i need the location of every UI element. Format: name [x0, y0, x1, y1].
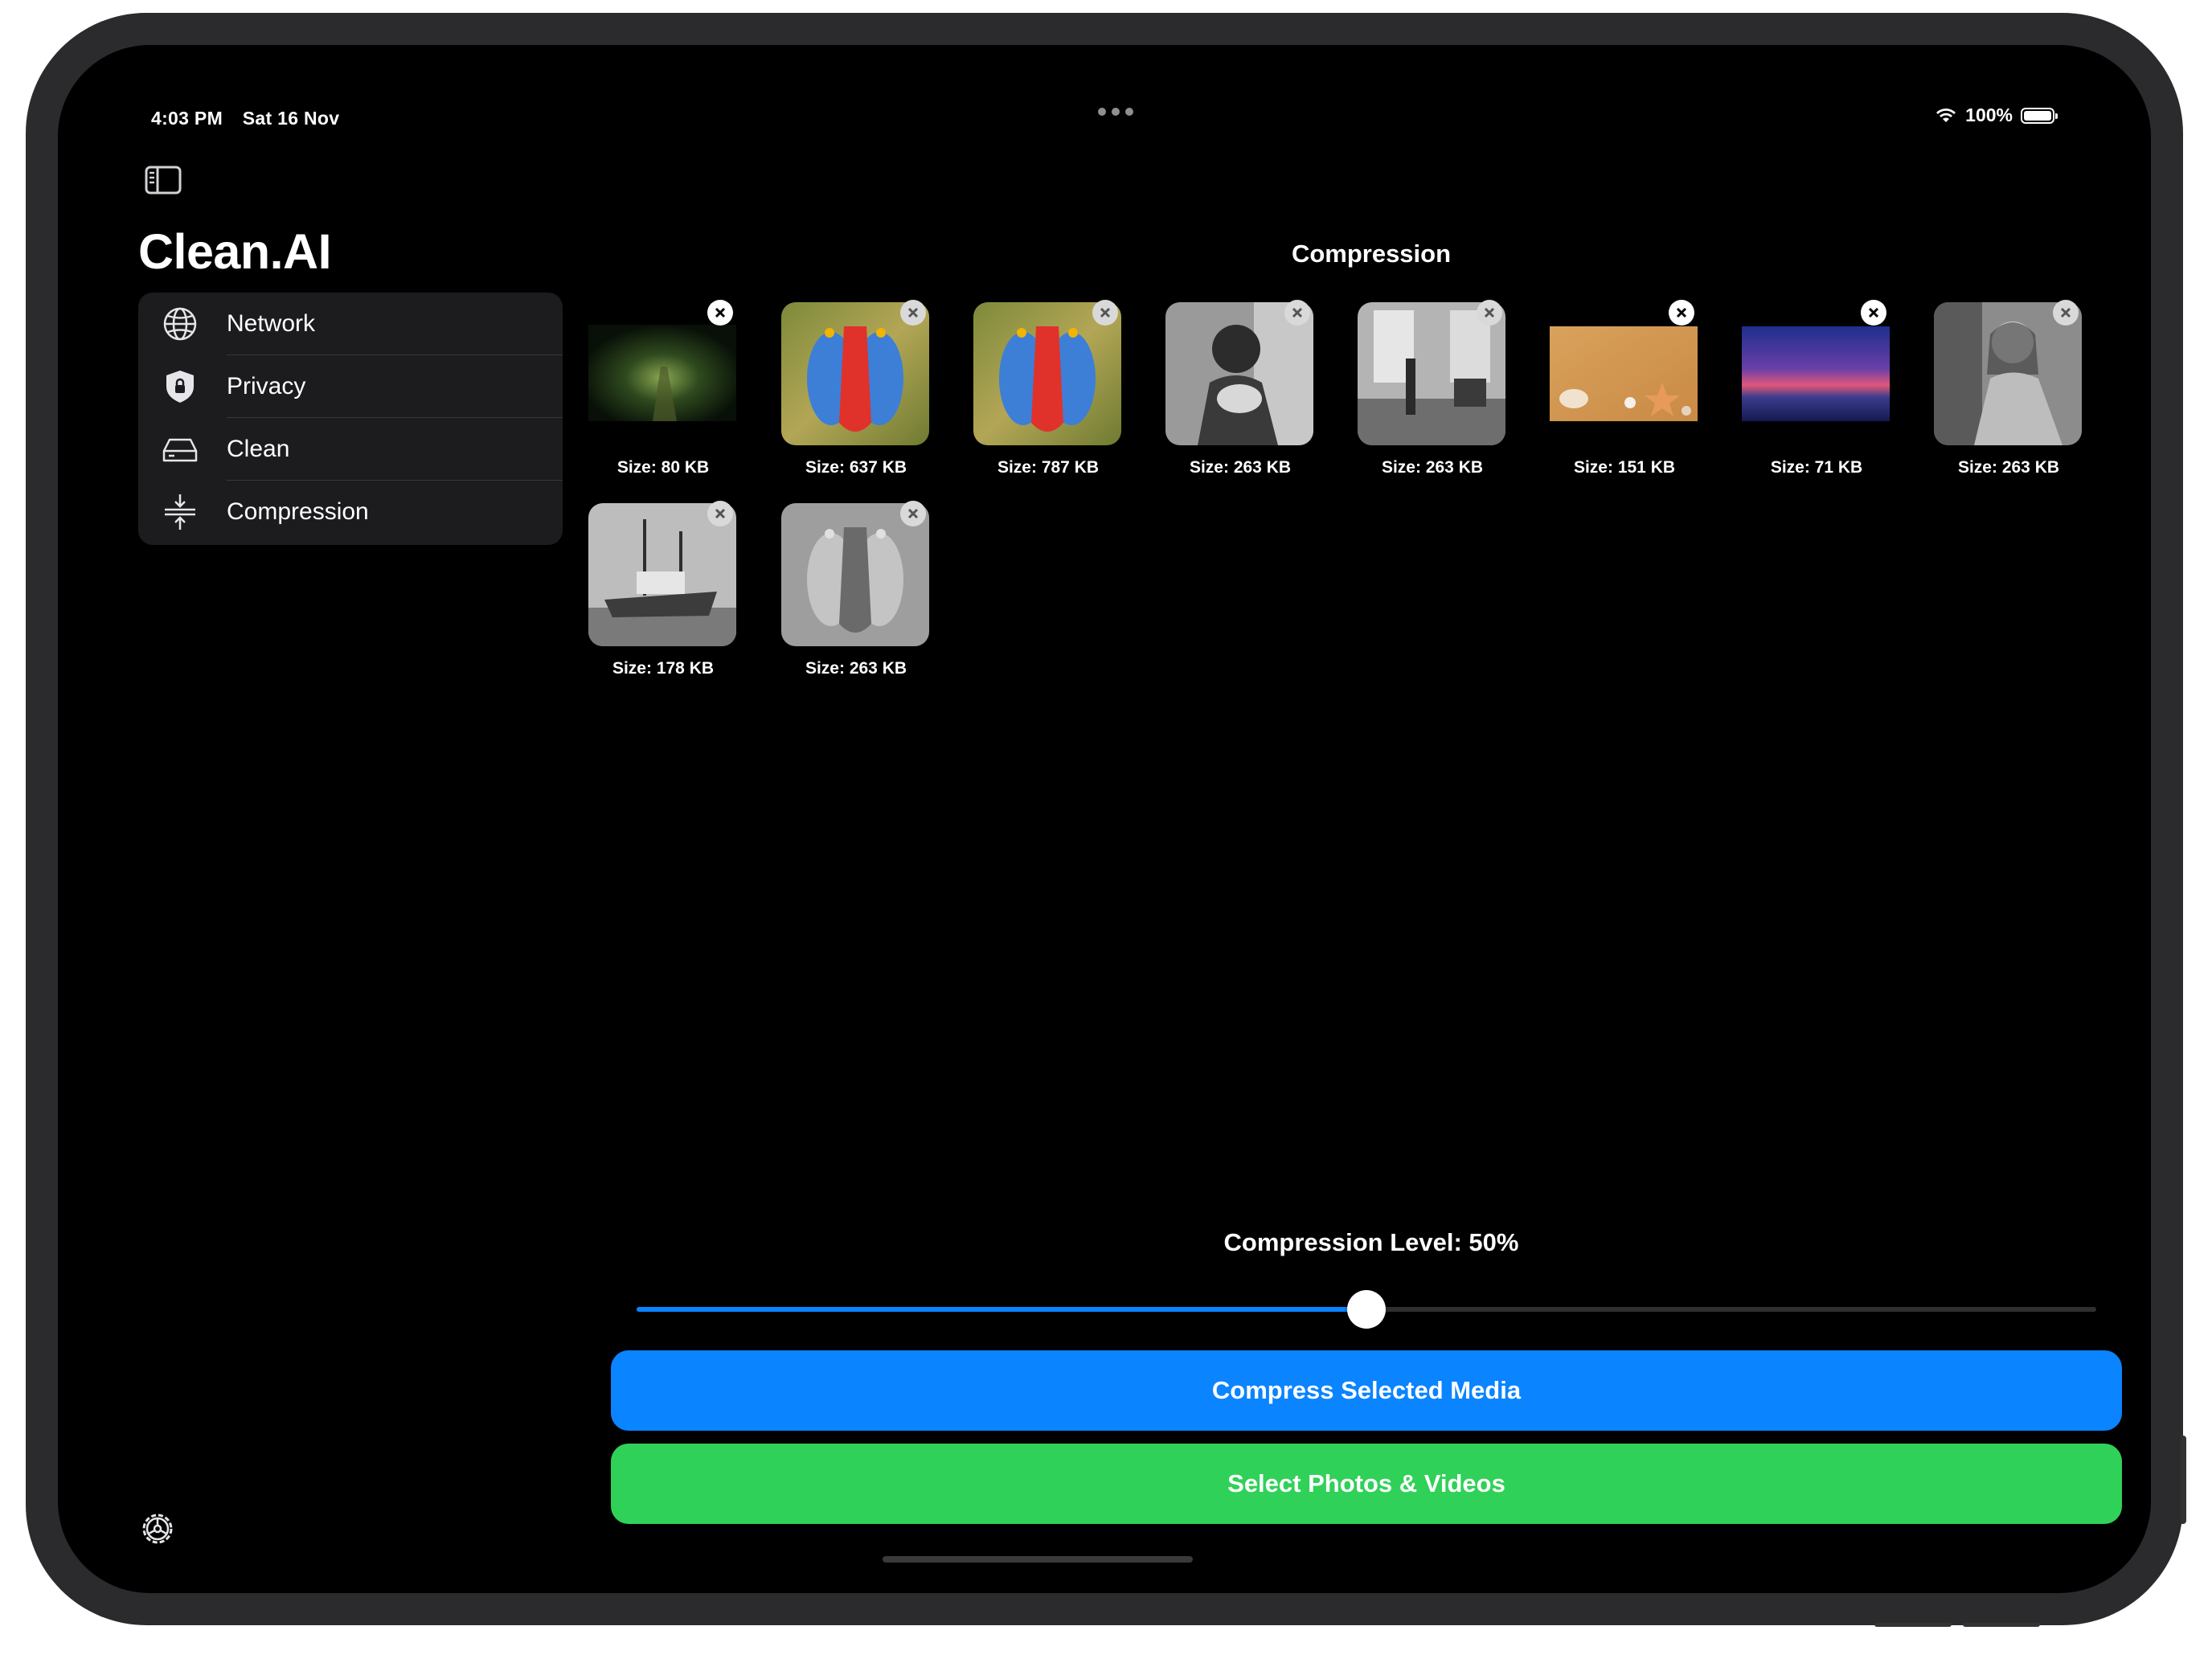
- sidebar-item-label: Privacy: [227, 373, 306, 399]
- close-icon: [1100, 307, 1111, 318]
- close-icon: [715, 508, 726, 519]
- compression-level-label: Compression Level: 50%: [1223, 1228, 1519, 1256]
- remove-media-button[interactable]: [1861, 300, 1886, 326]
- media-size-label: Size: 787 KB: [997, 458, 1100, 477]
- media-tile[interactable]: Size: 71 KB: [1742, 300, 1891, 477]
- media-tile[interactable]: Size: 263 KB: [781, 501, 931, 678]
- media-size-label: Size: 80 KB: [616, 458, 710, 477]
- sidebar-item-label: Clean: [227, 436, 290, 462]
- volume-button: [1963, 1623, 2040, 1627]
- drive-icon: [158, 427, 203, 472]
- media-tile[interactable]: Size: 263 KB: [1165, 300, 1315, 477]
- media-tile[interactable]: Size: 80 KB: [588, 300, 738, 477]
- screen: 4:03 PM Sat 16 Nov 100% Clean.AI Network…: [58, 45, 2151, 1593]
- media-tile[interactable]: Size: 178 KB: [588, 501, 738, 678]
- compress-selected-media-button[interactable]: Compress Selected Media: [611, 1350, 2122, 1431]
- media-size-label: Size: 263 KB: [805, 659, 907, 678]
- sidebar-item-network[interactable]: Network: [138, 293, 563, 355]
- remove-media-button[interactable]: [2053, 300, 2079, 326]
- media-size-label: Size: 151 KB: [1573, 458, 1676, 477]
- media-tile[interactable]: Size: 263 KB: [1358, 300, 1507, 477]
- remove-media-button[interactable]: [707, 501, 733, 526]
- media-size-label: Size: 637 KB: [805, 458, 907, 477]
- sidebar-item-privacy[interactable]: Privacy: [138, 355, 563, 418]
- media-size-label: Size: 263 KB: [1189, 458, 1292, 477]
- media-tile[interactable]: Size: 151 KB: [1550, 300, 1699, 477]
- media-size-label: Size: 71 KB: [1770, 458, 1863, 477]
- select-photos-videos-button[interactable]: Select Photos & Videos: [611, 1444, 2122, 1524]
- remove-media-button[interactable]: [1669, 300, 1694, 326]
- volume-button: [1874, 1623, 1952, 1627]
- status-indicators: 100%: [1935, 104, 2058, 126]
- battery-icon: [2021, 107, 2058, 124]
- sidebar-item-label: Network: [227, 310, 316, 337]
- close-icon: [1868, 307, 1879, 318]
- close-icon: [907, 307, 919, 318]
- wifi-icon: [1936, 108, 1956, 122]
- close-icon: [907, 508, 919, 519]
- sidebar-toggle-icon[interactable]: [145, 166, 182, 195]
- battery-percent: 100%: [1965, 104, 2013, 125]
- status-time: 4:03 PM: [151, 108, 223, 129]
- side-button: [2181, 1436, 2186, 1524]
- ipad-frame: 4:03 PM Sat 16 Nov 100% Clean.AI Network…: [26, 13, 2186, 1627]
- home-indicator: [883, 1556, 1193, 1563]
- compress-icon: [158, 490, 203, 535]
- shield-lock-icon: [158, 364, 203, 409]
- media-tile[interactable]: Size: 263 KB: [1934, 300, 2083, 477]
- remove-media-button[interactable]: [707, 300, 733, 326]
- media-tile[interactable]: Size: 787 KB: [973, 300, 1123, 477]
- globe-icon: [158, 301, 203, 346]
- remove-media-button[interactable]: [900, 300, 926, 326]
- status-time-date: 4:03 PM Sat 16 Nov: [151, 108, 354, 129]
- status-date: Sat 16 Nov: [242, 108, 340, 129]
- close-icon: [1484, 307, 1495, 318]
- remove-media-button[interactable]: [1092, 300, 1118, 326]
- sidebar-menu: Network Privacy Clean Compression: [138, 293, 563, 545]
- media-tile[interactable]: Size: 637 KB: [781, 300, 931, 477]
- slider-fill: [637, 1307, 1366, 1312]
- close-icon: [1676, 307, 1687, 318]
- slider-thumb[interactable]: [1347, 1290, 1386, 1329]
- page-title: Compression: [1291, 240, 1452, 268]
- media-size-label: Size: 263 KB: [1957, 458, 2060, 477]
- close-icon: [2060, 307, 2071, 318]
- close-icon: [1292, 307, 1303, 318]
- remove-media-button[interactable]: [1284, 300, 1310, 326]
- settings-gear-icon[interactable]: [138, 1509, 177, 1548]
- media-size-label: Size: 263 KB: [1381, 458, 1484, 477]
- close-icon: [715, 307, 726, 318]
- app-title: Clean.AI: [138, 224, 332, 279]
- multitasking-dots[interactable]: [1098, 108, 1133, 116]
- sidebar-item-compression[interactable]: Compression: [138, 481, 563, 543]
- sidebar-item-label: Compression: [227, 498, 369, 525]
- media-size-label: Size: 178 KB: [612, 659, 715, 678]
- sidebar-item-clean[interactable]: Clean: [138, 418, 563, 481]
- compression-slider[interactable]: [637, 1285, 2096, 1333]
- remove-media-button[interactable]: [1477, 300, 1502, 326]
- remove-media-button[interactable]: [900, 501, 926, 526]
